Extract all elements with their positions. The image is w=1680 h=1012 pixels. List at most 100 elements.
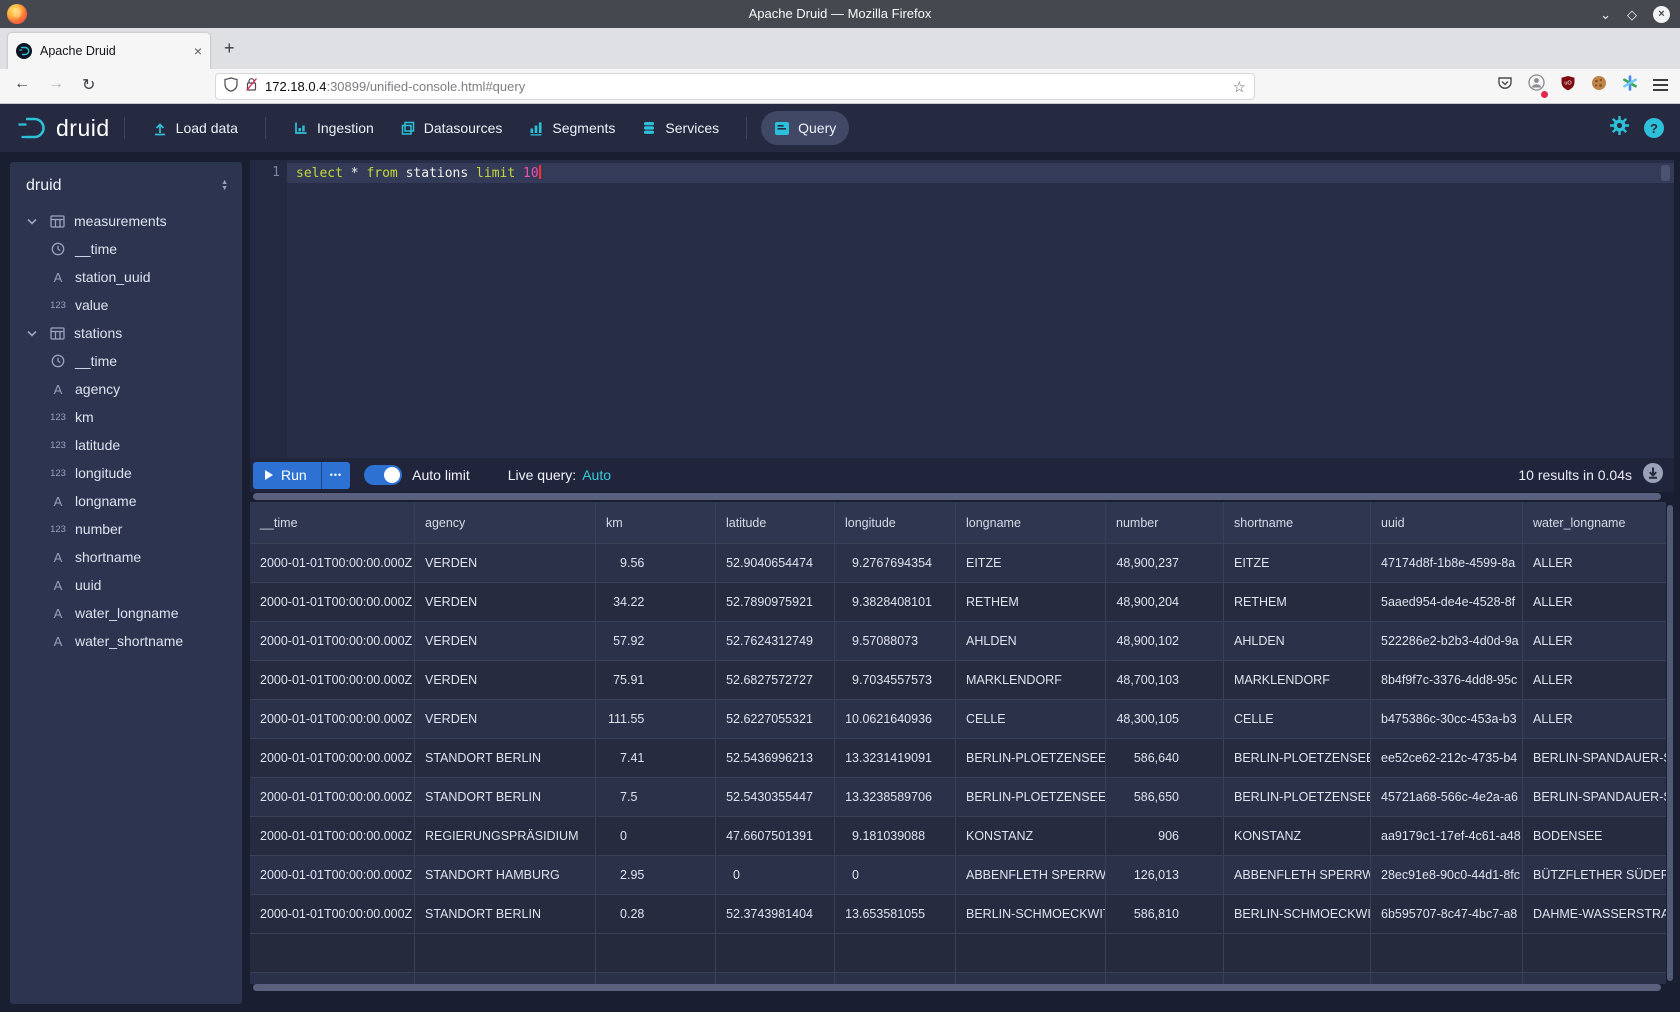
tree-column-agency[interactable]: A agency [10,375,242,403]
cell-longitude[interactable]: 13.653581055 [835,895,956,934]
results-vscrollbar[interactable] [1667,505,1673,981]
column-header-water_longname[interactable]: water_longname [1523,502,1666,544]
asterisk-extension-icon[interactable] [1622,75,1638,96]
live-query-value[interactable]: Auto [582,467,611,483]
settings-gear-icon[interactable] [1609,115,1630,141]
cell-number[interactable]: 48,900,204 [1106,583,1224,622]
sql-query-text[interactable]: select * from stations limit 10 [296,165,541,181]
cell-number[interactable]: 586,810 [1106,895,1224,934]
cell-agency[interactable]: STANDORT HAMBURG [415,856,596,895]
nav-datasources[interactable]: Datasources [387,111,516,145]
cell-longname[interactable]: BERLIN-PLOETZENSEE OW [956,739,1106,778]
cell-uuid[interactable]: 47174d8f-1b8e-4599-8a [1371,544,1523,583]
cell-agency[interactable]: STANDORT BERLIN [415,895,596,934]
nav-load-data[interactable]: Load data [139,111,251,145]
window-maximize-button[interactable]: ◇ [1627,8,1637,21]
cell-latitude[interactable]: 52.7624312749 [716,622,835,661]
tree-column-longitude[interactable]: 123 longitude [10,459,242,487]
cell-shortname[interactable]: AHLDEN [1224,622,1371,661]
ublock-origin-icon[interactable]: uO [1560,75,1576,96]
tree-column-water_longname[interactable]: A water_longname [10,599,242,627]
tracking-shield-icon[interactable] [224,77,238,97]
url-bar[interactable]: 172.18.0.4:30899/unified-console.html#qu… [215,73,1255,100]
tree-column-water_shortname[interactable]: A water_shortname [10,627,242,655]
cell-__time[interactable]: 2000-01-01T00:00:00.000Z [250,622,415,661]
cell-longitude[interactable]: 9.3828408101 [835,583,956,622]
cell-__time[interactable]: 2000-01-01T00:00:00.000Z [250,544,415,583]
cell-water_longname[interactable]: BÜTZFLETHER SÜDERELBE [1523,856,1666,895]
tree-column-value[interactable]: 123 value [10,291,242,319]
cell-uuid[interactable]: aa9179c1-17ef-4c61-a48 [1371,817,1523,856]
bookmark-star-icon[interactable]: ☆ [1233,78,1246,96]
results-hscrollbar-top[interactable] [253,493,1661,500]
cell-water_longname[interactable]: ALLER [1523,661,1666,700]
tree-column-shortname[interactable]: A shortname [10,543,242,571]
cell-agency[interactable]: VERDEN [415,622,596,661]
column-header-km[interactable]: km [596,502,716,544]
reload-button[interactable]: ↻ [82,75,95,95]
tab-apache-druid[interactable]: Apache Druid × [8,33,210,69]
cell-latitude[interactable]: 0 [716,856,835,895]
cell-shortname[interactable]: KONSTANZ [1224,817,1371,856]
cell-water_longname[interactable]: ALLER [1523,544,1666,583]
run-more-button[interactable]: ••• [321,462,350,489]
nav-ingestion[interactable]: Ingestion [280,111,387,145]
cell-number[interactable]: 906 [1106,817,1224,856]
cell-__time[interactable]: 2000-01-01T00:00:00.000Z [250,778,415,817]
cell-latitude[interactable]: 52.5436996213 [716,739,835,778]
cell-shortname[interactable]: RETHEM [1224,583,1371,622]
cell-longitude[interactable]: 10.0621640936 [835,700,956,739]
cell-shortname[interactable]: MARKLENDORF [1224,661,1371,700]
cell-uuid[interactable]: ee52ce62-212c-4735-b4 [1371,739,1523,778]
cell-km[interactable]: 0.28 [596,895,716,934]
cookie-extension-icon[interactable] [1591,75,1607,96]
cell-__time[interactable]: 2000-01-01T00:00:00.000Z [250,700,415,739]
nav-query[interactable]: Query [761,111,849,145]
cell-number[interactable]: 48,900,237 [1106,544,1224,583]
tree-column-latitude[interactable]: 123 latitude [10,431,242,459]
cell-km[interactable]: 34.22 [596,583,716,622]
cell-water_longname[interactable]: ALLER [1523,700,1666,739]
cell-km[interactable]: 9.56 [596,544,716,583]
cell-longitude[interactable]: 13.3238589706 [835,778,956,817]
cell-water_longname[interactable]: DAHME-WASSERSTRASSE [1523,895,1666,934]
cell-number[interactable]: 48,300,105 [1106,700,1224,739]
cell-water_longname[interactable]: BERLIN-SPANDAUER-SCHIFFFAHRTSKANAL [1523,778,1666,817]
double-caret-icon[interactable]: ▲▼ [221,180,228,192]
cell-shortname[interactable]: ABBENFLETH SPERRWERK [1224,856,1371,895]
window-close-button[interactable]: × [1653,6,1670,23]
cell-longname[interactable]: CELLE [956,700,1106,739]
cell-uuid[interactable]: 522286e2-b2b3-4d0d-9a [1371,622,1523,661]
cell-water_longname[interactable]: BODENSEE [1523,817,1666,856]
tree-column-__time[interactable]: __time [10,235,242,263]
cell-__time[interactable]: 2000-01-01T00:00:00.000Z [250,895,415,934]
help-icon[interactable]: ? [1644,118,1664,138]
cell-longitude[interactable]: 9.2767694354 [835,544,956,583]
cell-km[interactable]: 75.91 [596,661,716,700]
chevron-down-icon[interactable] [24,218,40,225]
cell-uuid[interactable]: 6b595707-8c47-4bc7-a8 [1371,895,1523,934]
results-hscrollbar-bottom[interactable] [253,984,1661,991]
chevron-down-icon[interactable] [24,330,40,337]
cell-number[interactable]: 48,700,103 [1106,661,1224,700]
cell-shortname[interactable]: BERLIN-PLOETZENSEE OW [1224,739,1371,778]
cell-latitude[interactable]: 52.3743981404 [716,895,835,934]
tree-column-longname[interactable]: A longname [10,487,242,515]
cell-__time[interactable]: 2000-01-01T00:00:00.000Z [250,661,415,700]
tree-column-km[interactable]: 123 km [10,403,242,431]
cell-number[interactable]: 586,650 [1106,778,1224,817]
cell-__time[interactable]: 2000-01-01T00:00:00.000Z [250,739,415,778]
cell-latitude[interactable]: 52.7890975921 [716,583,835,622]
download-icon[interactable] [1642,462,1664,489]
cell-km[interactable]: 0 [596,817,716,856]
tree-column-number[interactable]: 123 number [10,515,242,543]
cell-latitude[interactable]: 52.9040654474 [716,544,835,583]
cell-__time[interactable]: 2000-01-01T00:00:00.000Z [250,856,415,895]
cell-agency[interactable]: VERDEN [415,700,596,739]
column-header-latitude[interactable]: latitude [716,502,835,544]
cell-__time[interactable]: 2000-01-01T00:00:00.000Z [250,817,415,856]
cell-km[interactable]: 111.55 [596,700,716,739]
account-icon[interactable] [1528,74,1545,96]
auto-limit-toggle[interactable] [364,465,402,485]
cell-shortname[interactable]: CELLE [1224,700,1371,739]
